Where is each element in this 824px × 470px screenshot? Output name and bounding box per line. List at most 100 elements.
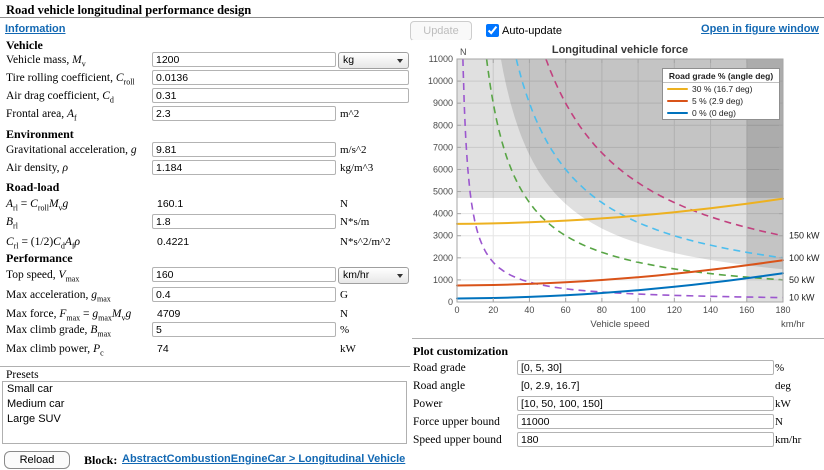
svg-text:180: 180: [775, 305, 790, 315]
section-road-load: Road-load: [6, 180, 59, 195]
page-title: Road vehicle longitudinal performance de…: [6, 3, 251, 18]
svg-text:100: 100: [631, 305, 646, 315]
speed-upper-bound-label: Speed upper bound: [413, 434, 502, 446]
power-unit: kW: [775, 398, 791, 410]
legend-swatch-0pct: [667, 112, 688, 115]
a-rl-value: 160.1: [157, 198, 183, 210]
air-density-input[interactable]: [152, 160, 336, 175]
b-rl-unit: N*s/m: [340, 216, 369, 228]
information-link[interactable]: Information: [5, 23, 66, 35]
tire-rolling-label: Tire rolling coefficient, Croll: [6, 72, 135, 86]
frontal-area-label: Frontal area, Af: [6, 108, 77, 122]
section-performance: Performance: [6, 251, 73, 266]
update-button[interactable]: Update: [410, 21, 472, 41]
max-climb-grade-label: Max climb grade, Bmax: [6, 324, 111, 338]
block-path-link[interactable]: AbstractCombustionEngineCar > Longitudin…: [122, 453, 405, 465]
c-rl-label: Crl = (1/2)CdAfρ: [6, 236, 80, 250]
road-angle-label: Road angle: [413, 380, 465, 392]
svg-text:6000: 6000: [433, 164, 453, 174]
svg-text:1000: 1000: [433, 275, 453, 285]
presets-listbox[interactable]: Small car Medium car Large SUV: [2, 381, 407, 444]
speed-upper-bound-input[interactable]: [517, 432, 774, 447]
air-density-label: Air density, ρ: [6, 162, 68, 174]
legend-entry: 30 % (16.7 deg): [663, 83, 779, 95]
air-density-unit: kg/m^3: [340, 162, 373, 174]
max-accel-label: Max acceleration, gmax: [6, 289, 111, 303]
max-climb-grade-input[interactable]: [152, 322, 336, 337]
top-speed-input[interactable]: [152, 267, 336, 282]
legend-entry: 0 % (0 deg): [663, 107, 779, 119]
max-climb-grade-unit: %: [340, 324, 349, 336]
svg-text:140: 140: [703, 305, 718, 315]
plot-customization-divider: [412, 338, 824, 339]
max-climb-power-value: 74: [157, 343, 169, 355]
chart-legend: Road grade % (angle deg) 30 % (16.7 deg)…: [662, 68, 780, 120]
air-drag-input[interactable]: [152, 88, 409, 103]
vehicle-mass-unit-value: kg: [343, 54, 354, 66]
svg-text:60: 60: [561, 305, 571, 315]
svg-text:5000: 5000: [433, 187, 453, 197]
block-label: Block:: [84, 453, 117, 468]
power-label: Power: [413, 398, 442, 410]
list-item-large-suv[interactable]: Large SUV: [3, 412, 406, 427]
svg-text:Longitudinal vehicle force: Longitudinal vehicle force: [552, 44, 688, 56]
speed-upper-bound-unit: km/hr: [775, 434, 801, 446]
svg-text:50 kW: 50 kW: [789, 275, 815, 285]
open-figure-window-link[interactable]: Open in figure window: [701, 23, 819, 35]
svg-text:7000: 7000: [433, 142, 453, 152]
gravity-input[interactable]: [152, 142, 336, 157]
list-item-medium-car[interactable]: Medium car: [3, 397, 406, 412]
svg-text:10 kW: 10 kW: [789, 293, 815, 303]
svg-text:160: 160: [739, 305, 754, 315]
vehicle-mass-input[interactable]: [152, 52, 336, 67]
b-rl-input[interactable]: [152, 214, 336, 229]
section-vehicle: Vehicle: [6, 38, 43, 53]
legend-swatch-5pct: [667, 100, 688, 103]
top-speed-unit-select[interactable]: km/hr: [338, 267, 409, 284]
gravity-unit: m/s^2: [340, 144, 367, 156]
svg-text:100 kW: 100 kW: [789, 253, 820, 263]
section-plot-customization: Plot customization: [413, 344, 508, 359]
legend-entry: 5 % (2.9 deg): [663, 95, 779, 107]
frontal-area-unit: m^2: [340, 108, 359, 120]
top-speed-unit-value: km/hr: [343, 269, 369, 281]
a-rl-label: Arl = CrollMvg: [6, 198, 68, 212]
road-angle-value: [0, 2.9, 16.7]: [521, 380, 579, 392]
svg-text:11000: 11000: [429, 54, 453, 64]
presets-divider: [0, 366, 410, 367]
vehicle-mass-label: Vehicle mass, Mv: [6, 54, 86, 68]
title-divider: [0, 17, 824, 18]
force-upper-bound-label: Force upper bound: [413, 416, 500, 428]
power-input[interactable]: [517, 396, 774, 411]
list-item-small-car[interactable]: Small car: [3, 382, 406, 397]
vehicle-mass-unit-select[interactable]: kg: [338, 52, 409, 69]
svg-text:km/hr: km/hr: [781, 319, 805, 330]
road-grade-label: Road grade: [413, 362, 466, 374]
road-grade-unit: %: [775, 362, 784, 374]
auto-update-checkbox[interactable]: [486, 24, 499, 37]
gravity-label: Gravitational acceleration, g: [6, 144, 137, 156]
svg-text:9000: 9000: [433, 98, 453, 108]
section-environment: Environment: [6, 127, 74, 142]
road-angle-unit: deg: [775, 380, 791, 392]
chevron-down-icon: [397, 59, 403, 63]
max-accel-input[interactable]: [152, 287, 336, 302]
road-grade-input[interactable]: [517, 360, 774, 375]
tire-rolling-input[interactable]: [152, 70, 409, 85]
legend-swatch-30pct: [667, 88, 688, 91]
max-force-unit: N: [340, 308, 348, 320]
svg-text:120: 120: [667, 305, 682, 315]
svg-text:4000: 4000: [433, 209, 453, 219]
reload-button[interactable]: Reload: [4, 451, 70, 469]
svg-text:150 kW: 150 kW: [789, 231, 820, 241]
max-accel-unit: G: [340, 289, 348, 301]
force-upper-bound-input[interactable]: [517, 414, 774, 429]
b-rl-label: Brl: [6, 216, 18, 230]
auto-update-label: Auto-update: [502, 25, 562, 37]
svg-text:0: 0: [448, 297, 453, 307]
svg-text:0: 0: [454, 305, 459, 315]
legend-label: 5 % (2.9 deg): [692, 96, 743, 106]
svg-text:20: 20: [488, 305, 498, 315]
frontal-area-input[interactable]: [152, 106, 336, 121]
svg-text:80: 80: [597, 305, 607, 315]
